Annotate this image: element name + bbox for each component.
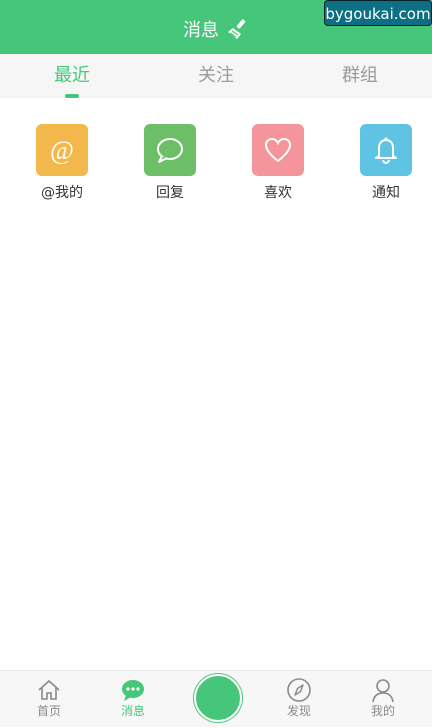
tab-following[interactable]: 关注 bbox=[144, 54, 288, 98]
watermark: bygoukai.com bbox=[324, 0, 432, 26]
notifications-label: 通知 bbox=[372, 185, 400, 201]
tab-label: 最近 bbox=[54, 65, 90, 86]
bell-icon bbox=[360, 124, 412, 176]
nav-discover-label: 发现 bbox=[286, 704, 311, 718]
quick-actions: @ @我的 回复 喜欢 通知 bbox=[0, 124, 432, 202]
tab-groups[interactable]: 群组 bbox=[288, 54, 432, 98]
speech-bubble-icon bbox=[144, 124, 196, 176]
nav-messages[interactable]: 消息 bbox=[90, 671, 176, 728]
nav-home[interactable]: 首页 bbox=[6, 671, 92, 728]
notifications-button[interactable]: 通知 bbox=[340, 124, 432, 202]
nav-profile[interactable]: 我的 bbox=[340, 671, 426, 728]
tab-bar: 最近 关注 群组 bbox=[0, 54, 432, 98]
replies-button[interactable]: 回复 bbox=[124, 124, 216, 202]
tab-recent[interactable]: 最近 bbox=[0, 54, 144, 98]
message-icon bbox=[122, 680, 144, 701]
home-icon bbox=[38, 679, 60, 700]
mentions-button[interactable]: @ @我的 bbox=[16, 124, 108, 202]
likes-label: 喜欢 bbox=[264, 185, 292, 201]
nav-profile-label: 我的 bbox=[370, 704, 395, 718]
page-title: 消息 bbox=[183, 20, 219, 41]
top-bar: 消息 bygoukai.com bbox=[0, 0, 432, 54]
nav-discover[interactable]: 发现 bbox=[256, 671, 342, 728]
nav-messages-label: 消息 bbox=[120, 704, 145, 718]
svg-text:@: @ bbox=[50, 136, 74, 165]
heart-icon bbox=[252, 124, 304, 176]
nav-home-label: 首页 bbox=[36, 704, 61, 718]
tab-label: 关注 bbox=[198, 65, 234, 86]
likes-button[interactable]: 喜欢 bbox=[232, 124, 324, 202]
compass-icon bbox=[287, 678, 311, 702]
at-icon: @ bbox=[36, 124, 88, 176]
tab-label: 群组 bbox=[342, 65, 378, 86]
replies-label: 回复 bbox=[156, 185, 184, 201]
mentions-label: @我的 bbox=[41, 185, 83, 201]
user-icon bbox=[372, 679, 394, 703]
center-action-button[interactable] bbox=[194, 674, 242, 722]
broom-icon[interactable] bbox=[227, 18, 249, 40]
tab-indicator bbox=[65, 94, 79, 98]
